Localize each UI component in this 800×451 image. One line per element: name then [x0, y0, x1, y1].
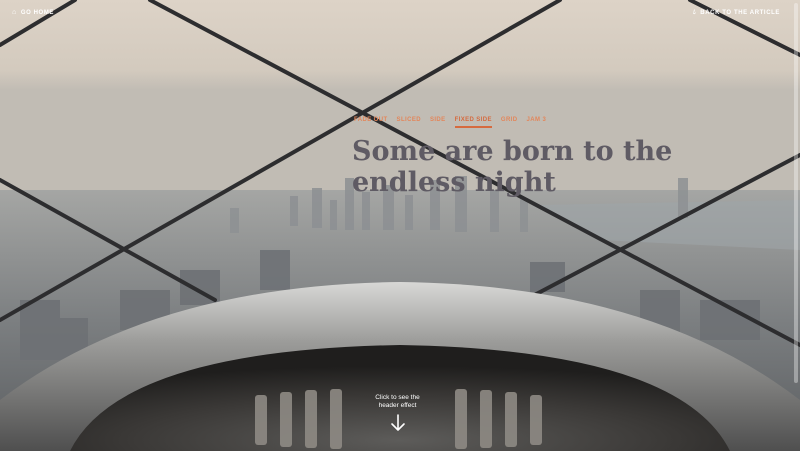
back-to-article-label: BACK TO THE ARTICLE	[700, 9, 780, 16]
page-title: Some are born to the endless night	[352, 136, 673, 198]
home-icon: ⌂	[12, 9, 17, 16]
cta-text-line-1: Click to see the	[375, 394, 420, 401]
cta-text-line-2: header effect	[378, 402, 417, 409]
see-header-effect-button[interactable]: Click to see the header effect	[340, 394, 455, 432]
back-to-article-link[interactable]: 💧︎ BACK TO THE ARTICLE	[693, 9, 780, 16]
arrow-down-icon	[390, 414, 405, 431]
tab-fade-out[interactable]: FADE OUT	[354, 117, 388, 128]
go-home-label: GO HOME	[20, 9, 55, 16]
tab-side[interactable]: SIDE	[430, 117, 446, 128]
tab-fixed-side[interactable]: FIXED SIDE	[454, 117, 492, 128]
drop-icon: 💧︎	[692, 9, 697, 16]
effect-tabs: FADE OUT SLICED SIDE FIXED SIDE GRID JAM…	[354, 117, 546, 128]
scrollbar[interactable]	[794, 3, 798, 383]
hero-header	[0, 0, 800, 451]
tab-sliced[interactable]: SLICED	[397, 117, 421, 128]
city-skyline-photo	[0, 0, 800, 451]
top-navigation: ⌂ GO HOME 💧︎ BACK TO THE ARTICLE	[0, 0, 800, 24]
tab-jam-3[interactable]: JAM 3	[527, 117, 547, 128]
tab-grid[interactable]: GRID	[501, 117, 518, 128]
go-home-link[interactable]: ⌂ GO HOME	[12, 9, 54, 16]
